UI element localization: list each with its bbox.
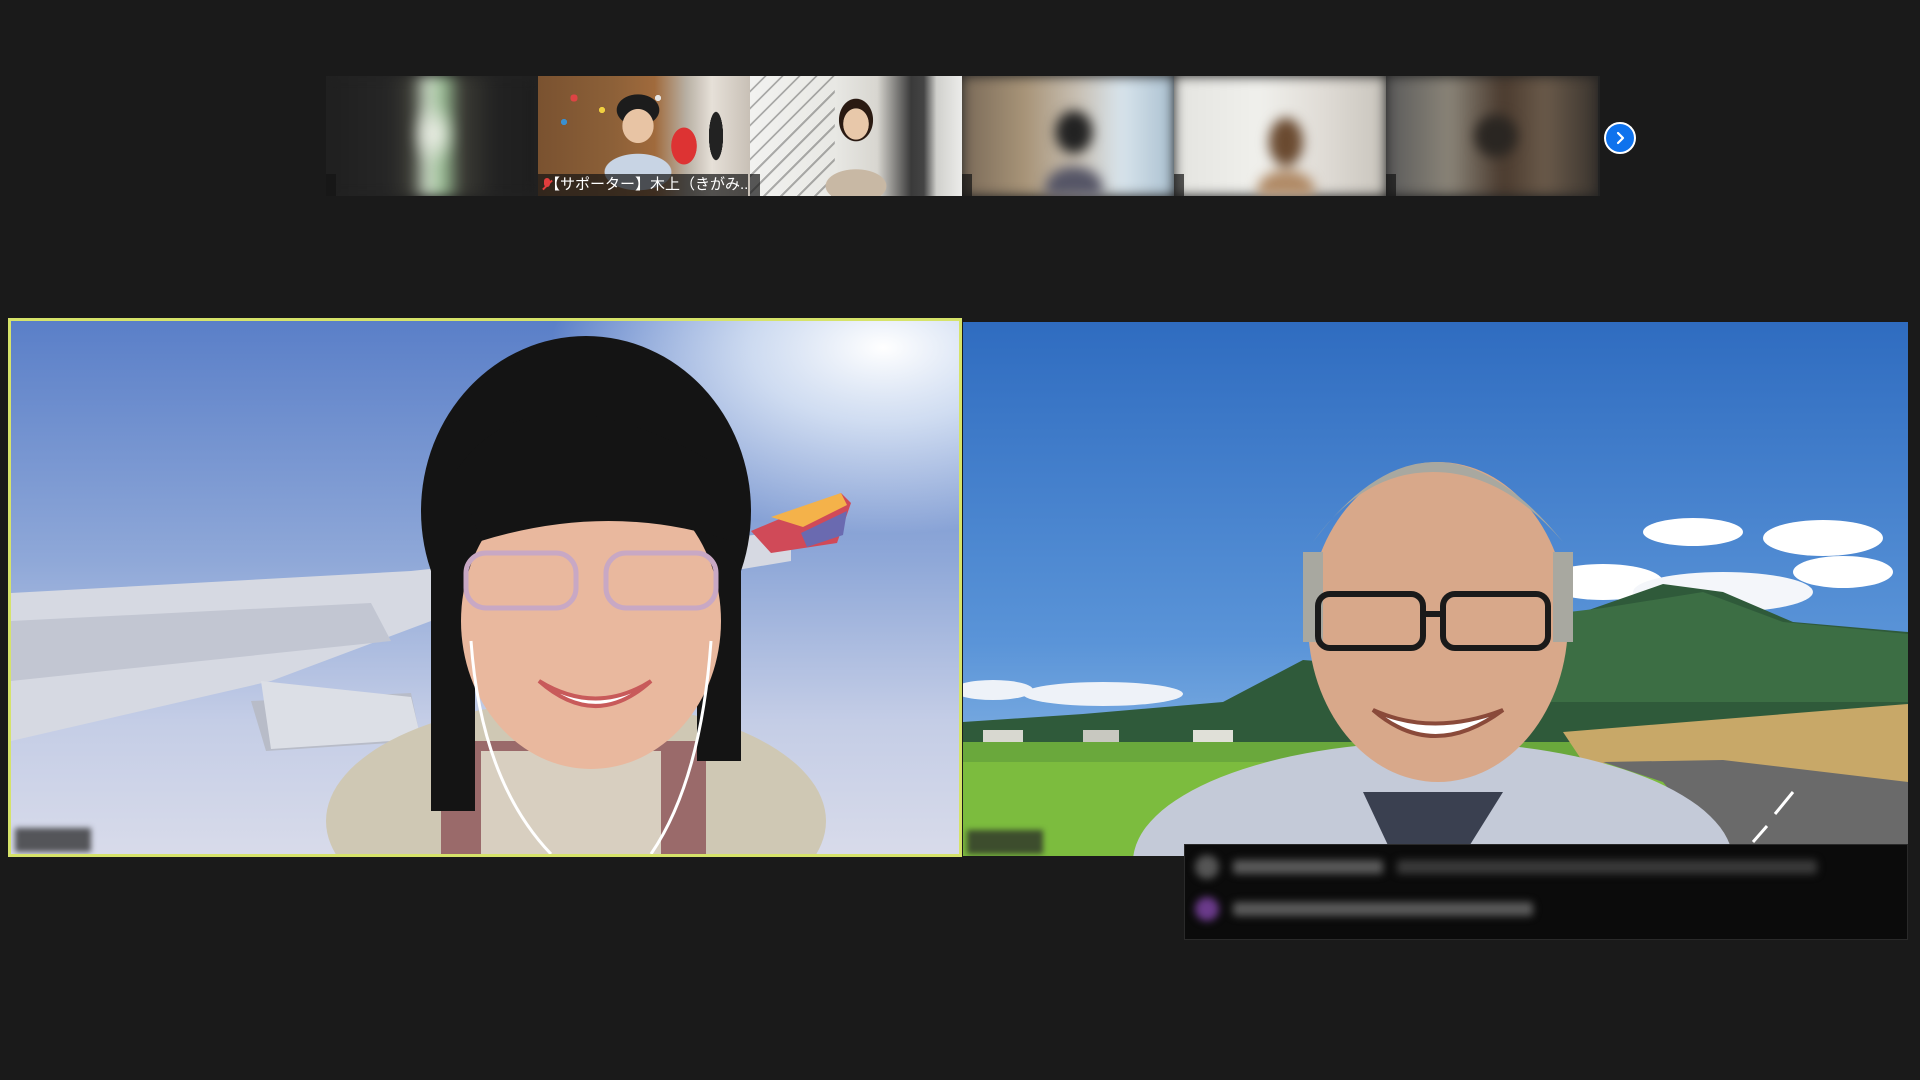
participant-video-tile[interactable]: [963, 322, 1908, 856]
participant-name-label: [1174, 174, 1184, 196]
active-speaker-video-tile[interactable]: [8, 318, 962, 857]
participant-name-label: 【サポーター】木上（きがみ...: [538, 174, 748, 196]
chat-notification-overlay[interactable]: [1184, 844, 1908, 940]
participant-video-left: [11, 321, 959, 854]
chevron-right-icon: [1616, 131, 1625, 145]
participant-video-right: [963, 322, 1908, 856]
avatar: [1195, 855, 1219, 879]
participant-name-label: [750, 174, 760, 196]
chat-message: [1195, 897, 1533, 921]
participant-name-label: [962, 174, 972, 196]
participant-tile-1[interactable]: [326, 76, 538, 196]
avatar: [1195, 897, 1219, 921]
participant-name-label: [15, 828, 91, 852]
chat-message-text: [1233, 860, 1383, 874]
gallery-filmstrip: 【サポーター】木上（きがみ...: [326, 76, 1600, 196]
participant-tile-4[interactable]: [962, 76, 1174, 196]
chat-message-text: [1233, 902, 1533, 916]
participant-tile-6[interactable]: [1386, 76, 1598, 196]
chat-message: [1195, 855, 1817, 879]
participant-tile-2[interactable]: 【サポーター】木上（きがみ...: [538, 76, 750, 196]
filmstrip-next-button[interactable]: [1604, 122, 1636, 154]
participant-name-label: [967, 830, 1043, 854]
participant-name-label: [326, 174, 336, 196]
participant-name-label: [1386, 174, 1396, 196]
participant-tile-3[interactable]: [750, 76, 962, 196]
participant-tile-5[interactable]: [1174, 76, 1386, 196]
